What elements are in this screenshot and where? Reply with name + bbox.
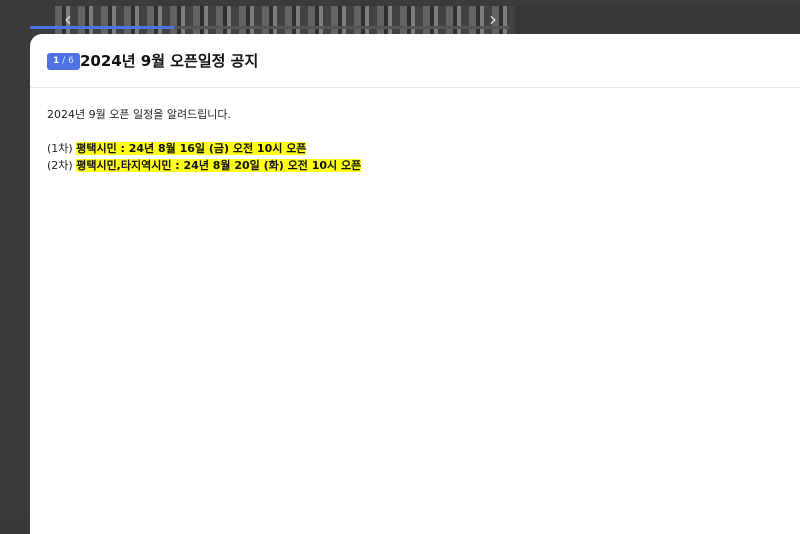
schedule-line-first: (1차) 평택시민 : 24년 8월 16일 (금) 오전 10시 오픈	[47, 140, 767, 157]
notice-panel: 1 / 6 2024년 9월 오픈일정 공지 2024년 9월 오픈 일정을 알…	[30, 34, 800, 534]
schedule-prefix: (2차)	[47, 159, 77, 172]
notice-header: 1 / 6 2024년 9월 오픈일정 공지	[30, 34, 800, 88]
schedule-highlight: 평택시민 : 24년 8월 16일 (금) 오전 10시 오픈	[76, 142, 307, 155]
slide-progress-bar	[30, 26, 174, 29]
notice-counter-badge: 1 / 6	[47, 53, 80, 70]
background-dark-area	[515, 6, 800, 36]
schedule-prefix: (1차)	[47, 142, 77, 155]
notice-intro: 2024년 9월 오픈 일정을 알려드립니다.	[47, 108, 232, 121]
counter-current: 1	[53, 56, 60, 66]
notice-title: 2024년 9월 오픈일정 공지	[80, 52, 259, 70]
schedule-line-second: (2차) 평택시민,타지역시민 : 24년 8월 20일 (화) 오전 10시 …	[47, 157, 767, 174]
counter-separator: /	[62, 56, 66, 66]
notice-body: 2024년 9월 오픈 일정을 알려드립니다. (1차) 평택시민 : 24년 …	[47, 106, 767, 174]
counter-total: 6	[68, 56, 74, 66]
schedule-highlight: 평택시민,타지역시민 : 24년 8월 20일 (화) 오전 10시 오픈	[76, 159, 362, 172]
background-image-strip	[55, 6, 515, 36]
